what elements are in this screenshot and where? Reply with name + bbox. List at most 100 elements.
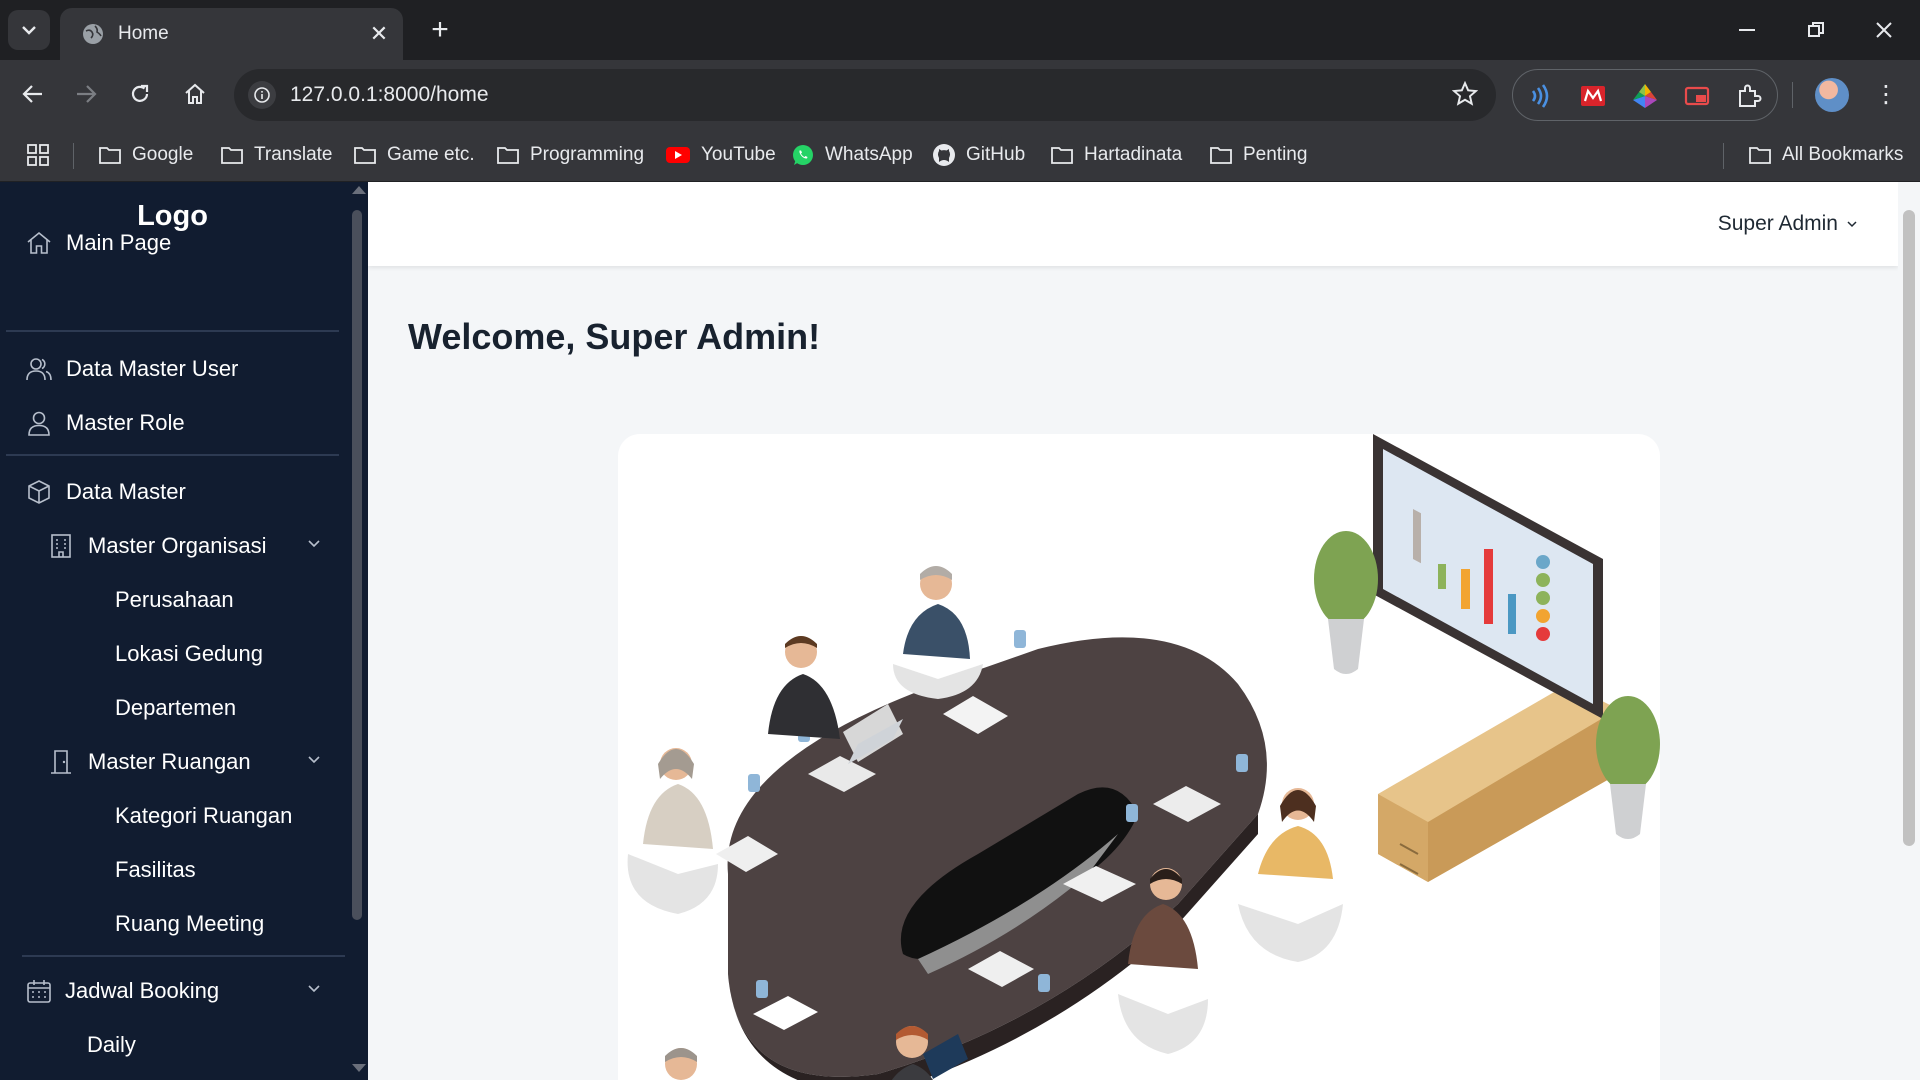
new-tab-button[interactable]: + (422, 12, 458, 48)
meeting-illustration-card (618, 434, 1660, 1080)
sidebar-item-ruang-meeting[interactable]: Ruang Meeting (0, 901, 345, 947)
back-button[interactable] (11, 72, 55, 116)
sidebar-item-label: Jadwal Booking (65, 978, 220, 1003)
forward-button[interactable] (64, 72, 108, 116)
sidebar: Logo Main Page Data Master User Master R… (0, 182, 368, 1080)
browser-toolbar: 127.0.0.1:8000/home ⋮ (0, 60, 1920, 129)
home-icon (185, 83, 205, 104)
picture-in-picture-icon[interactable] (1683, 82, 1711, 110)
sidebar-item-departemen[interactable]: Departemen (0, 685, 345, 731)
bookmark-label: GitHub (966, 144, 1026, 165)
browser-tab-strip: Home ✕ + (0, 0, 1920, 60)
users-icon (26, 356, 52, 382)
chevron-down-icon (1847, 221, 1857, 228)
toolbar-separator (1792, 82, 1793, 108)
bookmark-label: Programming (530, 144, 645, 165)
sidebar-item-label: Daily (87, 1032, 136, 1057)
arrow-left-icon (22, 85, 42, 103)
close-icon (1876, 22, 1892, 38)
github-icon (933, 144, 955, 166)
folder-icon (221, 147, 243, 164)
extensions-puzzle-icon[interactable] (1735, 82, 1763, 110)
bookmark-label: YouTube (701, 144, 776, 165)
sidebar-item-lokasi-gedung[interactable]: Lokasi Gedung (0, 631, 345, 677)
sidebar-item-perusahaan[interactable]: Perusahaan (0, 577, 345, 623)
mendeley-extension-icon[interactable] (1579, 82, 1607, 110)
sidebar-item-label: Kategori Ruangan (115, 803, 293, 828)
bookmark-youtube[interactable]: YouTube (665, 141, 776, 169)
close-tab-icon[interactable]: ✕ (367, 21, 391, 47)
sidebar-item-fasilitas[interactable]: Fasilitas (0, 847, 345, 893)
sidebar-item-data-master-user[interactable]: Data Master User (0, 346, 345, 392)
bookmarks-separator (73, 143, 74, 169)
sidebar-scroll-down-arrow[interactable] (352, 1064, 366, 1072)
read-aloud-extension-icon[interactable] (1527, 82, 1555, 110)
restore-button[interactable] (1782, 8, 1850, 52)
bookmark-github[interactable]: GitHub (932, 141, 1025, 169)
profile-avatar[interactable] (1815, 78, 1849, 112)
sidebar-divider (6, 330, 339, 332)
chevron-down-icon (308, 540, 320, 548)
plant-right (1596, 696, 1660, 839)
page-scrollbar-thumb[interactable] (1903, 210, 1915, 846)
sidebar-item-data-master[interactable]: Data Master (0, 469, 345, 515)
color-picker-extension-icon[interactable] (1631, 82, 1659, 110)
bookmark-label: Google (132, 144, 194, 165)
cube-icon (26, 479, 52, 505)
address-bar[interactable]: 127.0.0.1:8000/home (234, 69, 1496, 121)
bookmark-hartadinata[interactable]: Hartadinata (1050, 141, 1182, 169)
bookmark-whatsapp[interactable]: WhatsApp (791, 141, 913, 169)
tab-search-button[interactable] (8, 10, 50, 50)
extensions-group (1512, 69, 1778, 121)
bookmark-star-icon[interactable] (1451, 80, 1479, 112)
all-bookmarks-button[interactable]: All Bookmarks (1748, 141, 1903, 169)
sidebar-item-label: Departemen (115, 695, 237, 720)
folder-icon (1051, 147, 1073, 164)
user-dropdown[interactable]: Super Admin (1718, 212, 1858, 236)
sidebar-item-jadwal-booking[interactable]: Jadwal Booking (0, 968, 345, 1014)
close-window-button[interactable] (1850, 8, 1918, 52)
sidebar-divider (22, 955, 345, 957)
browser-tab[interactable]: Home ✕ (60, 8, 403, 60)
sidebar-item-master-ruangan[interactable]: Master Ruangan (0, 739, 345, 785)
home-icon (26, 230, 52, 256)
bookmark-game-etc[interactable]: Game etc. (353, 141, 475, 169)
page-title: Welcome, Super Admin! (408, 316, 821, 357)
restore-icon (1808, 22, 1824, 37)
sidebar-item-label: Ruang Meeting (115, 911, 265, 936)
sidebar-item-main-page[interactable]: Main Page (0, 218, 345, 268)
folder-icon (99, 147, 121, 164)
bookmark-google[interactable]: Google (98, 141, 193, 169)
door-icon (48, 749, 74, 775)
bookmark-penting[interactable]: Penting (1209, 141, 1307, 169)
sidebar-scrollbar-thumb[interactable] (352, 210, 362, 920)
user-icon (26, 410, 52, 436)
bookmark-label: Penting (1243, 144, 1308, 165)
building-icon (48, 533, 74, 559)
sidebar-item-label: Master Role (66, 410, 185, 435)
sidebar-scroll-up-arrow[interactable] (352, 186, 366, 194)
sidebar-item-master-organisasi[interactable]: Master Organisasi (0, 523, 345, 569)
sidebar-item-master-role[interactable]: Master Role (0, 400, 345, 446)
reload-button[interactable] (118, 72, 162, 116)
bookmark-label: Translate (254, 144, 333, 165)
bookmark-translate[interactable]: Translate (220, 141, 333, 169)
person-top (903, 566, 970, 659)
calendar-icon (26, 978, 52, 1004)
apps-grid-icon[interactable] (26, 141, 60, 169)
person-right-woman (1258, 788, 1333, 879)
folder-icon (497, 147, 519, 164)
arrow-right-icon (77, 85, 97, 103)
site-info-icon[interactable] (248, 81, 276, 109)
home-button[interactable] (173, 72, 217, 116)
person-bottom-left (665, 1048, 697, 1080)
bookmark-programming[interactable]: Programming (496, 141, 644, 169)
sidebar-item-label: Perusahaan (115, 587, 234, 612)
sidebar-item-kategori-ruangan[interactable]: Kategori Ruangan (0, 793, 345, 839)
sidebar-item-label: Data Master User (66, 356, 239, 381)
menu-kebab-icon[interactable]: ⋮ (1874, 80, 1898, 110)
sidebar-item-daily[interactable]: Daily (0, 1022, 345, 1068)
url-text: 127.0.0.1:8000/home (290, 83, 489, 106)
minimize-button[interactable] (1714, 8, 1782, 52)
chevron-down-icon (308, 985, 320, 993)
